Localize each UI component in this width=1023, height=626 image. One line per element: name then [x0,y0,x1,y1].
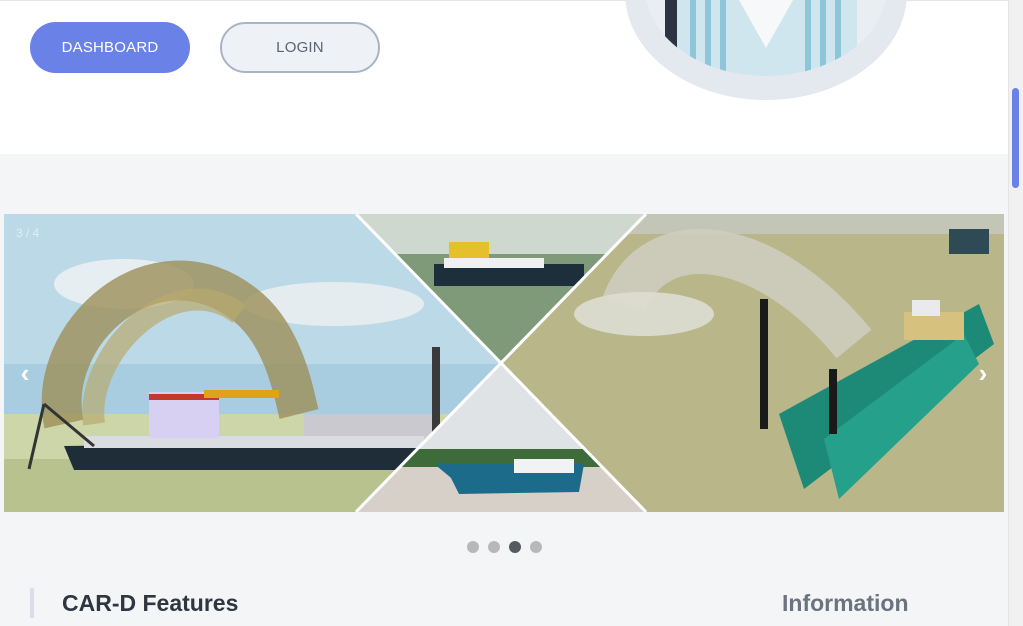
carousel-next-button[interactable]: › [968,355,998,391]
scrollbar-thumb[interactable] [1012,88,1019,188]
carousel-slide-image [4,214,1004,512]
features-heading: CAR-D Features [62,590,239,616]
carousel-dot-2[interactable] [488,541,500,553]
login-button[interactable]: LOGIN [220,22,380,73]
carousel-prev-button[interactable]: ‹ [10,355,40,391]
avatar [625,0,907,100]
features-title-accent [30,588,34,618]
carousel-dot-3[interactable] [509,541,521,553]
carousel-dot-4[interactable] [530,541,542,553]
dashboard-button[interactable]: DASHBOARD [30,22,190,73]
avatar-photo [645,0,887,76]
top-section: DASHBOARD LOGIN [0,0,1008,154]
carousel-indicators [467,541,542,553]
slide-counter: 3 / 4 [16,226,40,240]
information-heading: Information [782,590,909,616]
carousel-dot-1[interactable] [467,541,479,553]
image-carousel[interactable]: 3 / 4 [4,214,1004,512]
